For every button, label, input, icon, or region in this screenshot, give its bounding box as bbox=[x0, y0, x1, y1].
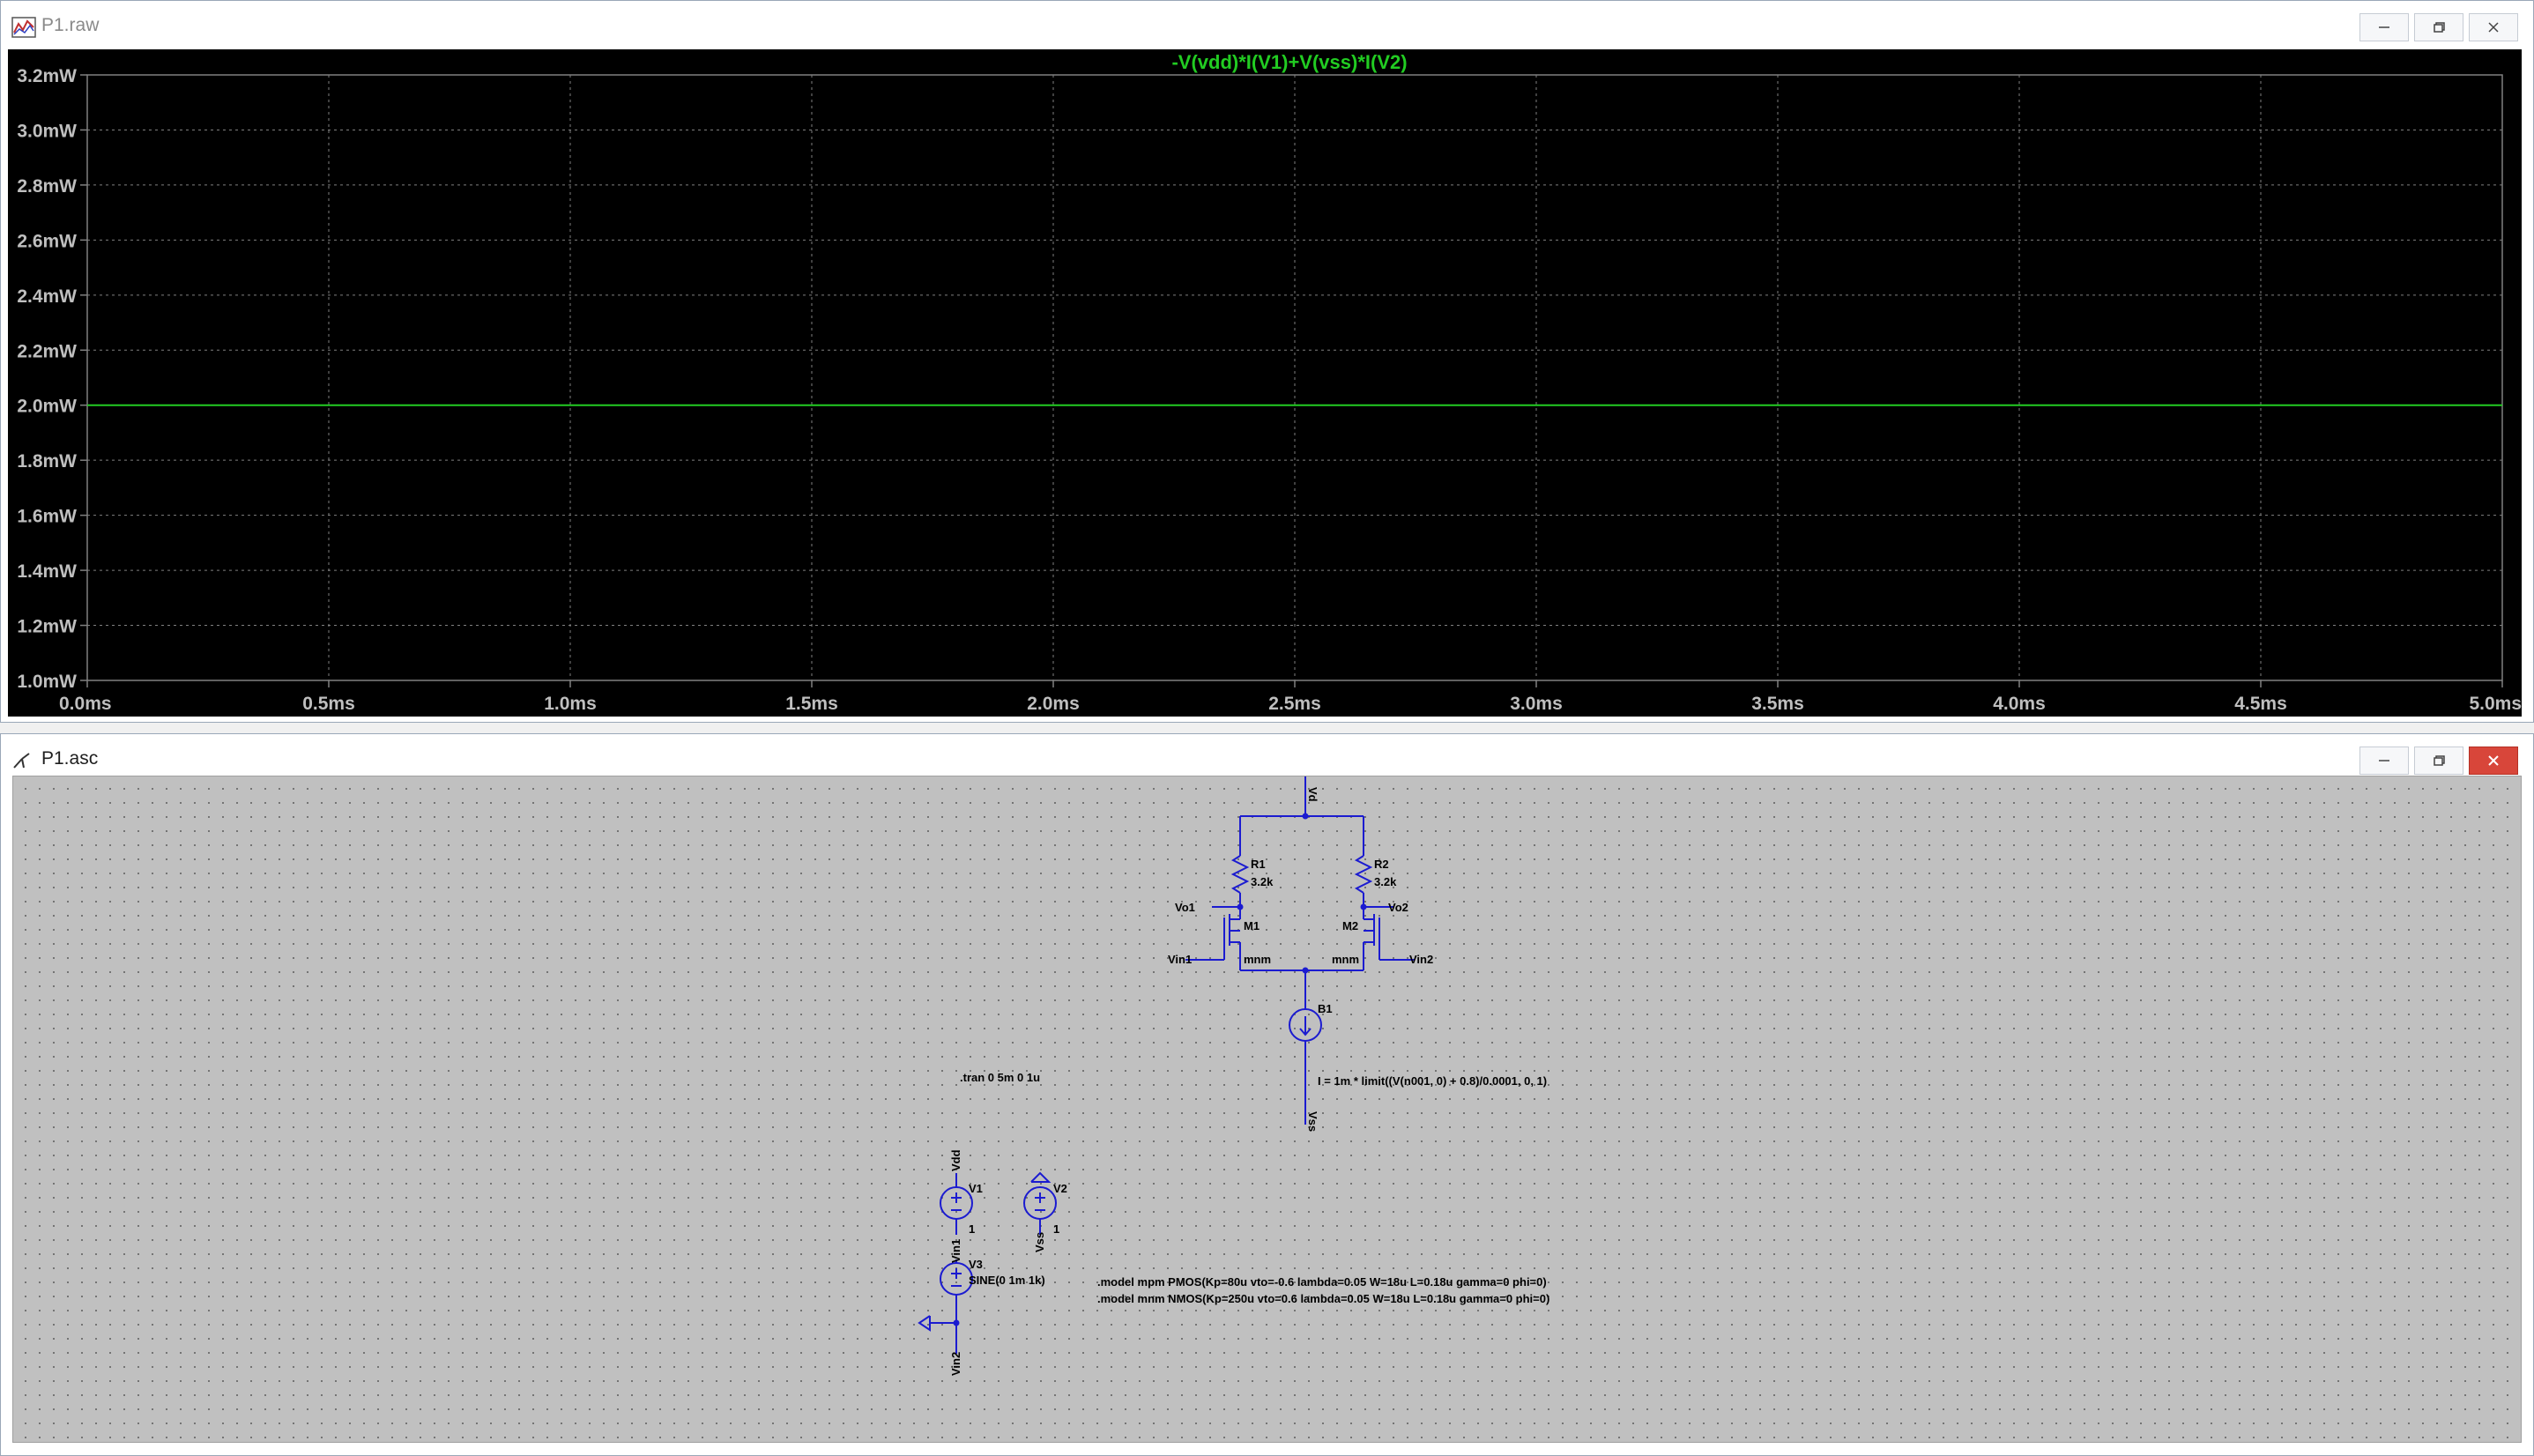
x-tick-label: 0.5ms bbox=[302, 694, 355, 714]
nmos-model-directive[interactable]: .model mnm NMOS(Kp=250u vto=0.6 lambda=0… bbox=[1097, 1292, 1549, 1305]
x-tick-label: 3.0ms bbox=[1510, 694, 1563, 714]
net-label-vd[interactable]: Vd bbox=[1306, 787, 1319, 802]
v2-value[interactable]: 1 bbox=[1053, 1222, 1059, 1236]
pmos-model-directive[interactable]: .model mpm PMOS(Kp=80u vto=-0.6 lambda=0… bbox=[1097, 1275, 1547, 1289]
y-tick-label: 2.6mW bbox=[17, 231, 77, 251]
y-tick-label: 1.0mW bbox=[17, 672, 77, 692]
m1-model[interactable]: mnm bbox=[1244, 953, 1271, 966]
close-icon bbox=[2488, 755, 2499, 766]
b1-expression[interactable]: I = 1m * limit((V(n001, 0) + 0.8)/0.0001… bbox=[1318, 1074, 1547, 1088]
r2-value[interactable]: 3.2k bbox=[1374, 875, 1397, 888]
net-label-vin1-v3[interactable]: Vin1 bbox=[949, 1239, 962, 1263]
r1-value[interactable]: 3.2k bbox=[1251, 875, 1274, 888]
close-icon bbox=[2488, 22, 2499, 33]
m1-label[interactable]: M1 bbox=[1244, 919, 1260, 932]
waveform-titlebar[interactable]: P1.raw bbox=[1, 1, 2533, 54]
net-label-vo1[interactable]: Vo1 bbox=[1175, 901, 1195, 914]
close-button[interactable] bbox=[2469, 747, 2518, 775]
x-tick-label: 2.5ms bbox=[1268, 694, 1321, 714]
net-label-vss-v2[interactable]: Vss bbox=[1033, 1232, 1046, 1252]
minimize-button[interactable] bbox=[2359, 13, 2409, 41]
net-label-vdd-v1[interactable]: Vdd bbox=[949, 1149, 962, 1171]
y-tick-label: 2.2mW bbox=[17, 341, 77, 361]
schematic-canvas[interactable]: Vd R1 3.2k R2 3.2k Vo1 Vo2 M1 mnm M2 mnm… bbox=[12, 776, 2522, 1443]
v2-label[interactable]: V2 bbox=[1053, 1182, 1067, 1195]
m2-label[interactable]: M2 bbox=[1342, 919, 1358, 932]
schematic-window-title: P1.asc bbox=[41, 748, 99, 769]
y-tick-label: 1.2mW bbox=[17, 617, 77, 637]
schematic-icon bbox=[13, 753, 30, 769]
net-label-vin1[interactable]: Vin1 bbox=[1168, 953, 1192, 966]
x-tick-label: 5.0ms bbox=[2469, 694, 2522, 714]
maximize-icon bbox=[2434, 755, 2445, 766]
net-label-vo2[interactable]: Vo2 bbox=[1388, 901, 1408, 914]
y-tick-label: 3.0mW bbox=[17, 121, 77, 141]
y-tick-label: 2.4mW bbox=[17, 286, 77, 307]
close-button[interactable] bbox=[2469, 13, 2518, 41]
b1-label[interactable]: B1 bbox=[1318, 1002, 1333, 1015]
v3-label[interactable]: V3 bbox=[969, 1258, 983, 1271]
y-tick-label: 2.0mW bbox=[17, 397, 77, 417]
waveform-plot[interactable]: -V(vdd)*I(V1)+V(vss)*I(V2) 3.2mW 3.0mW 2.8… bbox=[8, 49, 2522, 717]
x-tick-label: 3.5ms bbox=[1751, 694, 1804, 714]
v1-label[interactable]: V1 bbox=[969, 1182, 983, 1195]
tran-directive[interactable]: .tran 0 5m 0 1u bbox=[960, 1071, 1040, 1084]
y-tick-label: 2.8mW bbox=[17, 176, 77, 197]
net-label-vin2[interactable]: Vin2 bbox=[1409, 953, 1433, 966]
maximize-button[interactable] bbox=[2414, 747, 2463, 775]
y-tick-label: 3.2mW bbox=[17, 66, 77, 86]
x-tick-label: 1.0ms bbox=[544, 694, 597, 714]
minimize-icon bbox=[2379, 760, 2389, 761]
net-label-vin2-bottom[interactable]: Vin2 bbox=[949, 1352, 962, 1376]
y-tick-label: 1.8mW bbox=[17, 451, 77, 472]
x-tick-label: 4.5ms bbox=[2234, 694, 2287, 714]
trace-title[interactable]: -V(vdd)*I(V1)+V(vss)*I(V2) bbox=[1171, 51, 1407, 73]
net-label-vss-b1[interactable]: Vss bbox=[1306, 1111, 1319, 1132]
r1-label[interactable]: R1 bbox=[1251, 858, 1266, 871]
minimize-icon bbox=[2379, 26, 2389, 28]
maximize-button[interactable] bbox=[2414, 13, 2463, 41]
minimize-button[interactable] bbox=[2359, 747, 2409, 775]
x-tick-label: 4.0ms bbox=[1993, 694, 2046, 714]
y-tick-label: 1.4mW bbox=[17, 561, 77, 582]
v3-value[interactable]: SINE(0 1m 1k) bbox=[969, 1274, 1045, 1287]
waveform-chart[interactable]: -V(vdd)*I(V1)+V(vss)*I(V2) 3.2mW 3.0mW 2.8… bbox=[8, 49, 2522, 717]
x-tick-label: 2.0ms bbox=[1027, 694, 1080, 714]
m2-model[interactable]: mnm bbox=[1332, 953, 1359, 966]
maximize-icon bbox=[2434, 22, 2445, 33]
waveform-icon bbox=[11, 17, 36, 38]
waveform-window: P1.raw -V(vdd)*I(V1)+V(vss)*I(V2) 3.2mW 3… bbox=[0, 0, 2534, 723]
v1-value[interactable]: 1 bbox=[969, 1222, 975, 1236]
schematic-wires bbox=[918, 776, 1415, 1354]
r2-label[interactable]: R2 bbox=[1374, 858, 1389, 871]
y-tick-label: 1.6mW bbox=[17, 507, 77, 527]
waveform-window-title: P1.raw bbox=[41, 15, 100, 35]
x-tick-label: 1.5ms bbox=[785, 694, 838, 714]
x-tick-label: 0.0ms bbox=[59, 694, 112, 714]
